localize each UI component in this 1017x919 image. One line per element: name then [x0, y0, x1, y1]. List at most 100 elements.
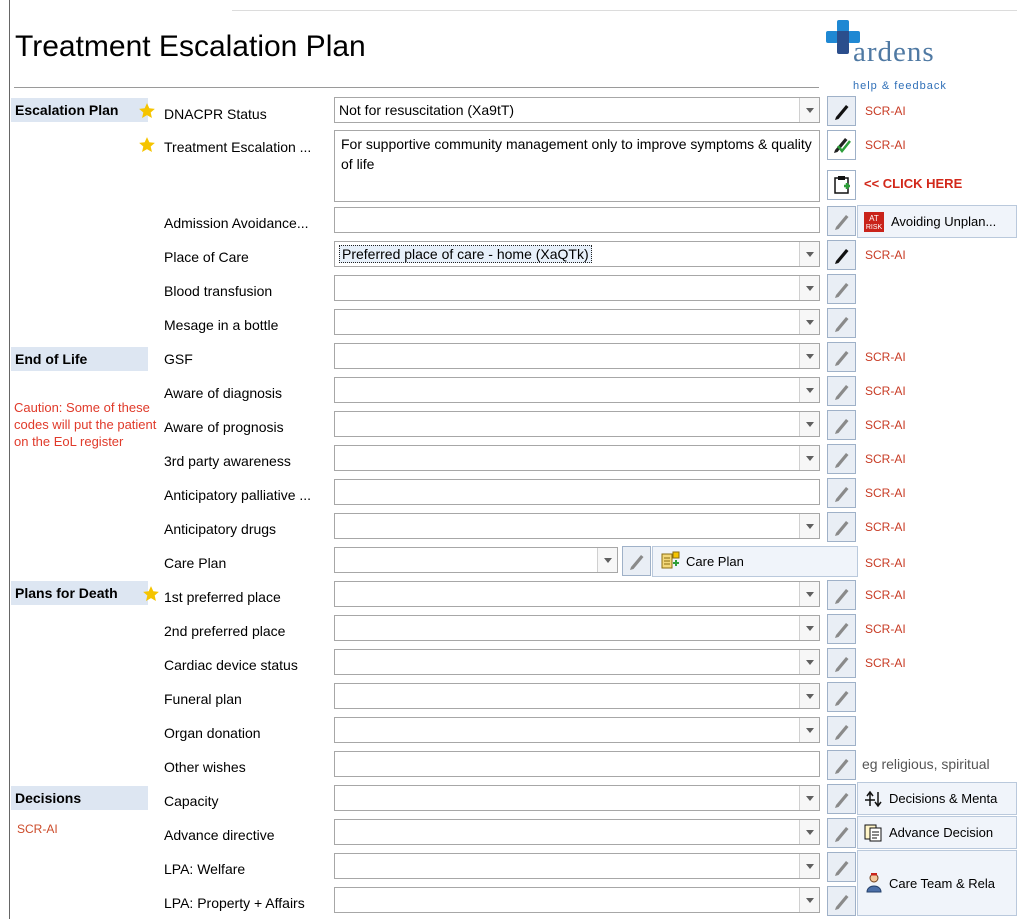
chevron-down-icon[interactable]: [799, 616, 819, 640]
chevron-down-icon[interactable]: [799, 888, 819, 912]
lpa-property-select[interactable]: [334, 887, 820, 913]
pencil-icon: [834, 691, 848, 706]
first-place-edit-button[interactable]: [827, 580, 856, 610]
care-plan-edit-button[interactable]: [622, 546, 651, 576]
aware-diagnosis-edit-button[interactable]: [827, 376, 856, 406]
lpa-welfare-edit-button[interactable]: [827, 852, 856, 882]
page-title: Treatment Escalation Plan: [15, 30, 366, 63]
pencil-icon: [834, 453, 848, 468]
other-wishes-hint: eg religious, spiritual: [862, 756, 990, 772]
pencil-check-icon: [833, 138, 851, 154]
chevron-down-icon[interactable]: [799, 650, 819, 674]
chevron-down-icon[interactable]: [597, 548, 617, 572]
cardiac-device-edit-button[interactable]: [827, 648, 856, 678]
ardens-logo[interactable]: ardens help & feedback: [818, 20, 993, 100]
first-place-scr-tag: SCR-AI: [865, 588, 906, 602]
gsf-select[interactable]: [334, 343, 820, 369]
document-copy-icon: [864, 824, 882, 841]
chevron-down-icon[interactable]: [799, 854, 819, 878]
advance-decision-button[interactable]: Advance Decision: [857, 816, 1017, 849]
aware-diagnosis-select[interactable]: [334, 377, 820, 403]
aware-prognosis-select[interactable]: [334, 411, 820, 437]
second-place-select[interactable]: [334, 615, 820, 641]
care-plan-scr-tag: SCR-AI: [865, 556, 906, 570]
dnacpr-select[interactable]: Not for resuscitation (Xa9tT): [334, 97, 820, 123]
anticipatory-palliative-input[interactable]: [334, 479, 820, 505]
place-of-care-select[interactable]: Preferred place of care - home (XaQTk): [334, 241, 820, 267]
treatment-escalation-textarea[interactable]: For supportive community management only…: [334, 130, 820, 202]
chevron-down-icon[interactable]: [799, 786, 819, 810]
arrows-up-down-icon: [865, 790, 882, 807]
other-wishes-input[interactable]: [334, 751, 820, 777]
lpa-welfare-label: LPA: Welfare: [164, 861, 246, 877]
second-place-edit-button[interactable]: [827, 614, 856, 644]
organ-donation-select[interactable]: [334, 717, 820, 743]
care-team-relationships-button[interactable]: Care Team & Rela: [857, 850, 1017, 916]
window-left-border: [9, 0, 10, 919]
funeral-plan-select[interactable]: [334, 683, 820, 709]
anticipatory-drugs-select[interactable]: [334, 513, 820, 539]
chevron-down-icon[interactable]: [799, 310, 819, 334]
chevron-down-icon[interactable]: [799, 344, 819, 368]
admission-avoidance-label: Admission Avoidance...: [164, 215, 309, 231]
care-plan-button[interactable]: Care Plan: [652, 546, 858, 577]
cardiac-device-select[interactable]: [334, 649, 820, 675]
window-top-border: [232, 10, 1017, 11]
admission-avoidance-input[interactable]: [334, 207, 820, 233]
lpa-property-edit-button[interactable]: [827, 886, 856, 916]
message-bottle-select[interactable]: [334, 309, 820, 335]
chevron-down-icon[interactable]: [799, 446, 819, 470]
organ-donation-edit-button[interactable]: [827, 716, 856, 746]
chevron-down-icon[interactable]: [799, 684, 819, 708]
blood-transfusion-edit-button[interactable]: [827, 274, 856, 304]
decisions-mental-capacity-button[interactable]: Decisions & Menta: [857, 782, 1017, 815]
chevron-down-icon[interactable]: [799, 718, 819, 742]
funeral-plan-label: Funeral plan: [164, 691, 242, 707]
pencil-icon: [834, 419, 848, 434]
care-plan-select[interactable]: [334, 547, 618, 573]
anticipatory-palliative-scr-tag: SCR-AI: [865, 486, 906, 500]
click-here-prompt[interactable]: << CLICK HERE: [864, 176, 962, 191]
svg-text:AT: AT: [869, 214, 879, 223]
other-wishes-edit-button[interactable]: [827, 750, 856, 780]
aware-prognosis-edit-button[interactable]: [827, 410, 856, 440]
lpa-welfare-select[interactable]: [334, 853, 820, 879]
add-document-button[interactable]: [827, 170, 856, 200]
pencil-icon: [834, 521, 848, 536]
pencil-icon: [834, 351, 848, 366]
advance-directive-label: Advance directive: [164, 827, 275, 843]
chevron-down-icon[interactable]: [799, 820, 819, 844]
message-bottle-edit-button[interactable]: [827, 308, 856, 338]
advance-directive-edit-button[interactable]: [827, 818, 856, 848]
chevron-down-icon[interactable]: [799, 514, 819, 538]
anticipatory-drugs-edit-button[interactable]: [827, 512, 856, 542]
chevron-down-icon[interactable]: [799, 276, 819, 300]
place-of-care-edit-button[interactable]: [827, 240, 856, 270]
chevron-down-icon[interactable]: [799, 378, 819, 402]
anticipatory-palliative-edit-button[interactable]: [827, 478, 856, 508]
care-team-label: Care Team & Rela: [889, 875, 995, 891]
chevron-down-icon[interactable]: [799, 98, 819, 122]
gsf-edit-button[interactable]: [827, 342, 856, 372]
blood-transfusion-select[interactable]: [334, 275, 820, 301]
avoiding-unplanned-button[interactable]: AT RISK Avoiding Unplan...: [857, 205, 1017, 238]
funeral-plan-edit-button[interactable]: [827, 682, 856, 712]
advance-directive-select[interactable]: [334, 819, 820, 845]
capacity-edit-button[interactable]: [827, 784, 856, 814]
section-plans-for-death: Plans for Death: [11, 581, 148, 605]
chevron-down-icon[interactable]: [799, 582, 819, 606]
svg-text:RISK: RISK: [866, 224, 883, 231]
treatment-escalation-edit-button[interactable]: [827, 130, 856, 160]
chevron-down-icon[interactable]: [799, 242, 819, 266]
help-feedback-link[interactable]: help & feedback: [853, 80, 947, 92]
dnacpr-edit-button[interactable]: [827, 96, 856, 126]
pencil-icon: [834, 725, 848, 740]
first-place-select[interactable]: [334, 581, 820, 607]
chevron-down-icon[interactable]: [799, 412, 819, 436]
admission-avoidance-edit-button[interactable]: [827, 206, 856, 236]
treatment-escalation-label: Treatment Escalation ...: [164, 139, 312, 155]
third-party-select[interactable]: [334, 445, 820, 471]
third-party-edit-button[interactable]: [827, 444, 856, 474]
pencil-icon: [834, 487, 848, 502]
capacity-select[interactable]: [334, 785, 820, 811]
